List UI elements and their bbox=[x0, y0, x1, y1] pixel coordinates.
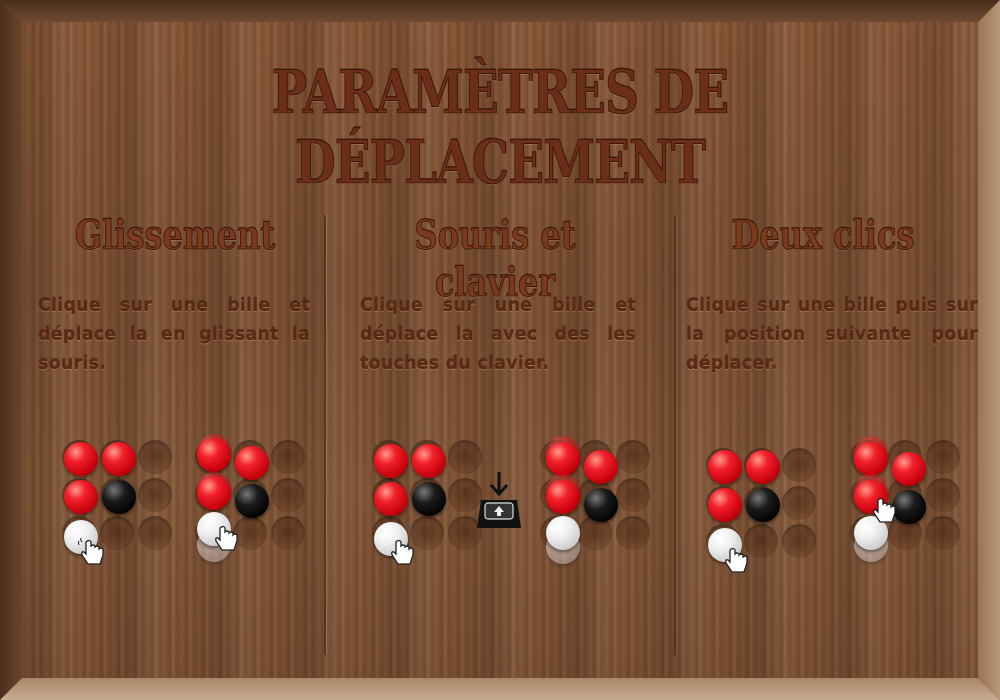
board-hole bbox=[616, 440, 650, 474]
frame-bevel-right bbox=[978, 0, 1000, 700]
option-description-deux-clics: Clique sur une bille puis sur la positio… bbox=[686, 296, 978, 374]
board-hole bbox=[138, 478, 172, 512]
board-hole bbox=[138, 440, 172, 474]
red-ball bbox=[412, 444, 446, 478]
option-title-deux-clics: Deux clics bbox=[731, 212, 915, 260]
column-divider-1 bbox=[324, 215, 326, 655]
black-ball bbox=[102, 480, 136, 514]
white-ball bbox=[546, 516, 580, 550]
red-ball bbox=[708, 450, 742, 484]
pointer-hand-icon bbox=[391, 539, 414, 565]
option-description-glissement: Clique sur une bille et déplace la en gl… bbox=[38, 296, 310, 374]
red-ball bbox=[746, 450, 780, 484]
board-hole bbox=[138, 516, 172, 550]
board-hole bbox=[926, 478, 960, 512]
red-ball bbox=[64, 480, 98, 514]
red-ball bbox=[546, 442, 580, 476]
frame-bevel-bottom bbox=[0, 678, 1000, 700]
board-hole bbox=[271, 478, 305, 512]
board-hole bbox=[782, 448, 816, 482]
red-ball bbox=[235, 446, 269, 480]
board-hole bbox=[616, 478, 650, 512]
wooden-panel: PARAMÈTRES DE DÉPLACEMENT Glissement Cli… bbox=[0, 0, 1000, 700]
demo-board-deux-clics-after bbox=[850, 436, 960, 565]
board-hole bbox=[926, 440, 960, 474]
frame-bevel-top bbox=[0, 0, 1000, 22]
board-hole bbox=[616, 516, 650, 550]
red-ball bbox=[197, 476, 231, 510]
red-ball bbox=[102, 442, 136, 476]
red-ball bbox=[584, 450, 618, 484]
black-ball bbox=[746, 488, 780, 522]
pointer-hand-icon bbox=[873, 497, 896, 523]
red-ball bbox=[892, 452, 926, 486]
red-ball bbox=[374, 444, 408, 478]
black-ball bbox=[584, 488, 618, 522]
board-hole bbox=[271, 516, 305, 550]
red-ball bbox=[197, 438, 231, 472]
red-ball bbox=[546, 480, 580, 514]
red-ball bbox=[708, 488, 742, 522]
pointer-hand-icon bbox=[725, 547, 748, 573]
red-ball bbox=[374, 482, 408, 516]
frame-bevel-left bbox=[0, 0, 22, 700]
black-ball bbox=[412, 482, 446, 516]
board-hole bbox=[448, 440, 482, 474]
keyboard-key-icon bbox=[477, 472, 521, 528]
page-title: PARAMÈTRES DE DÉPLACEMENT bbox=[271, 58, 729, 199]
board-hole bbox=[782, 486, 816, 520]
column-divider-2 bbox=[674, 215, 676, 655]
red-ball bbox=[64, 442, 98, 476]
black-ball bbox=[235, 484, 269, 518]
pointer-hand-icon bbox=[78, 538, 104, 565]
option-description-souris-clavier: Clique sur une bille et déplace la avec … bbox=[360, 296, 636, 374]
red-ball bbox=[854, 442, 888, 476]
option-title-glissement: Glissement bbox=[74, 212, 276, 260]
board-hole bbox=[271, 440, 305, 474]
pointer-hand-icon bbox=[215, 525, 238, 551]
board-hole bbox=[926, 516, 960, 550]
board-hole bbox=[782, 524, 816, 558]
demo-board-clavier-after bbox=[540, 436, 650, 565]
